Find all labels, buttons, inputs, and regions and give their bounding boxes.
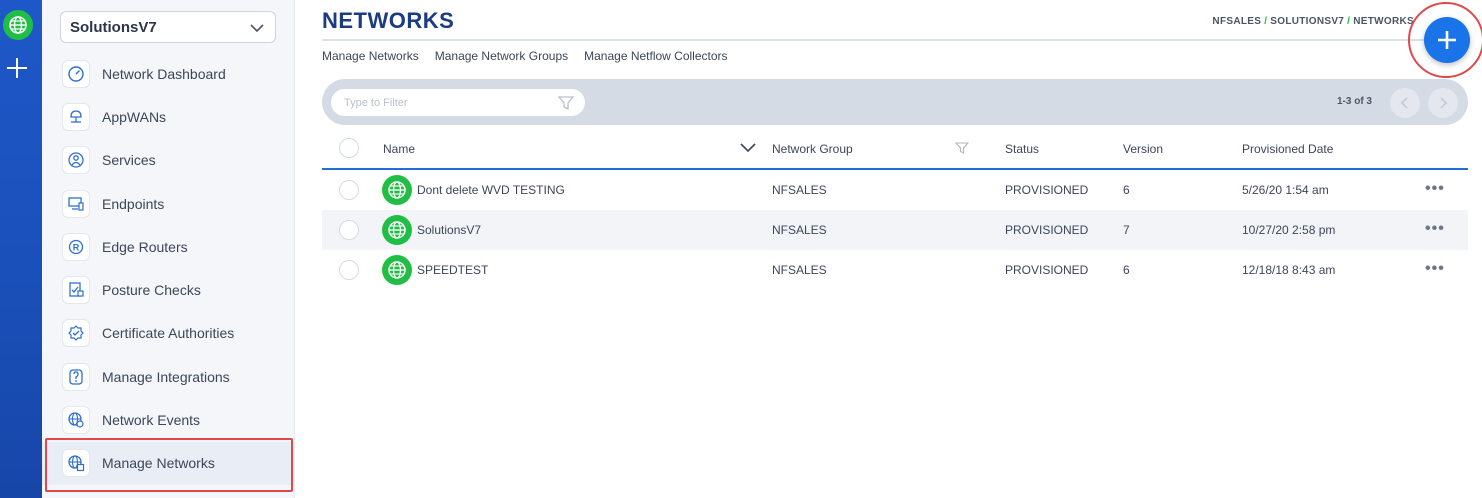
result-count: 1-3 of 3 [1336,96,1372,107]
row-more-actions-button[interactable]: ••• [1425,180,1445,198]
appwan-icon [62,102,90,131]
workspace-select[interactable]: SolutionsV7 [60,11,276,43]
select-all-checkbox[interactable] [339,138,359,158]
row-select-checkbox[interactable] [339,260,359,280]
networks-table: Name Network Group Status Version Provis… [322,130,1468,290]
prev-page-button[interactable] [1390,88,1420,118]
row-select-checkbox[interactable] [339,220,359,240]
table-row[interactable]: SPEEDTEST NFSALES PROVISIONED 6 12/18/18… [322,250,1468,290]
sidebar-item-label: Edge Routers [102,238,188,255]
posture-check-icon [62,276,90,305]
sidebar-item-label: Certificate Authorities [102,325,235,342]
certificate-icon [62,319,90,348]
network-globe-icon [382,255,412,285]
table-header: Name Network Group Status Version Provis… [322,130,1468,170]
filter-placeholder: Type to Filter [344,96,408,109]
row-provisioned-date: 5/26/20 1:54 am [1242,183,1329,197]
title-divider [322,39,1468,41]
breadcrumb: NFSALES / SOLUTIONSV7/NETWORKS [1212,16,1414,27]
sidebar-item-label: Network Events [102,412,201,429]
integrations-icon [62,362,90,391]
row-status: PROVISIONED [1005,223,1089,237]
row-name[interactable]: SolutionsV7 [417,223,481,237]
column-header-status[interactable]: Status [1005,142,1039,156]
chevron-down-icon [249,20,265,36]
app-rail [0,0,42,498]
table-row[interactable]: Dont delete WVD TESTING NFSALES PROVISIO… [322,170,1468,210]
sort-chevron-icon[interactable] [739,141,757,158]
row-provisioned-date: 10/27/20 2:58 pm [1242,223,1336,237]
sidebar-item-label: Posture Checks [102,282,201,299]
breadcrumb-separator: / [1264,16,1268,27]
sidebar-item-edge-routers[interactable]: R Edge Routers [42,225,295,268]
add-network-button[interactable] [1424,17,1470,63]
sidebar-nav: Network Dashboard AppWANs Services Endpo… [42,52,295,485]
sidebar-item-label: Manage Integrations [102,368,230,385]
network-events-icon [62,406,90,435]
column-header-version[interactable]: Version [1123,142,1163,156]
row-network-group: NFSALES [772,223,827,237]
row-more-actions-button[interactable]: ••• [1425,260,1445,278]
annotation-highlight-box [45,438,293,492]
subnav-manage-networks[interactable]: Manage Networks [322,49,419,63]
filter-icon[interactable] [557,94,575,112]
sidebar-item-appwans[interactable]: AppWANs [42,95,295,138]
sidebar-item-label: Network Dashboard [102,65,226,82]
sidebar-item-posture-checks[interactable]: Posture Checks [42,268,295,311]
next-page-button[interactable] [1428,88,1458,118]
services-icon [62,146,90,175]
breadcrumb-item[interactable]: SOLUTIONSV7 [1270,16,1344,27]
row-status: PROVISIONED [1005,183,1089,197]
row-version: 6 [1123,263,1130,277]
row-more-actions-button[interactable]: ••• [1425,220,1445,238]
column-filter-icon[interactable] [954,141,970,158]
sidebar-item-endpoints[interactable]: Endpoints [42,182,295,225]
sidebar-item-label: Endpoints [102,195,165,212]
row-version: 6 [1123,183,1130,197]
row-network-group: NFSALES [772,183,827,197]
sidebar: SolutionsV7 Network Dashboard AppWANs Se… [42,0,295,498]
dashboard-icon [62,59,90,88]
svg-text:R: R [73,242,80,252]
sidebar-item-manage-integrations[interactable]: Manage Integrations [42,355,295,398]
row-status: PROVISIONED [1005,263,1089,277]
page-title: NETWORKS [322,8,455,33]
column-header-provisioned-date[interactable]: Provisioned Date [1242,142,1333,156]
subnav-manage-netflow-collectors[interactable]: Manage Netflow Collectors [584,49,727,63]
edge-router-icon: R [62,232,90,261]
breadcrumb-item: NETWORKS [1353,16,1414,27]
row-select-checkbox[interactable] [339,180,359,200]
network-globe-icon [382,175,412,205]
row-version: 7 [1123,223,1130,237]
add-icon[interactable] [5,56,29,80]
row-name[interactable]: SPEEDTEST [417,263,488,277]
workspace-select-value: SolutionsV7 [70,18,157,36]
column-header-network-group[interactable]: Network Group [772,142,853,156]
sidebar-item-certificate-authorities[interactable]: Certificate Authorities [42,312,295,355]
plus-icon [1438,31,1456,49]
subnav: Manage Networks Manage Network Groups Ma… [322,49,728,63]
sidebar-item-label: Services [102,152,156,169]
row-name[interactable]: Dont delete WVD TESTING [417,183,565,197]
filter-input[interactable]: Type to Filter [331,89,585,116]
row-provisioned-date: 12/18/18 8:43 am [1242,263,1336,277]
chevron-left-icon [1400,97,1408,109]
sidebar-item-label: AppWANs [102,108,167,125]
breadcrumb-item[interactable]: NFSALES [1212,16,1261,27]
subnav-manage-network-groups[interactable]: Manage Network Groups [435,49,568,63]
globe-logo-icon[interactable] [3,10,33,40]
breadcrumb-separator: / [1347,16,1351,27]
column-header-name[interactable]: Name [383,142,415,156]
chevron-right-icon [1440,97,1448,109]
sidebar-item-network-dashboard[interactable]: Network Dashboard [42,52,295,95]
row-network-group: NFSALES [772,263,827,277]
endpoints-icon [62,189,90,218]
filter-bar: Type to Filter 1-3 of 3 [322,79,1468,125]
network-globe-icon [382,215,412,245]
table-row[interactable]: SolutionsV7 NFSALES PROVISIONED 7 10/27/… [322,210,1468,250]
sidebar-item-services[interactable]: Services [42,139,295,182]
sidebar-item-network-events[interactable]: Network Events [42,398,295,441]
